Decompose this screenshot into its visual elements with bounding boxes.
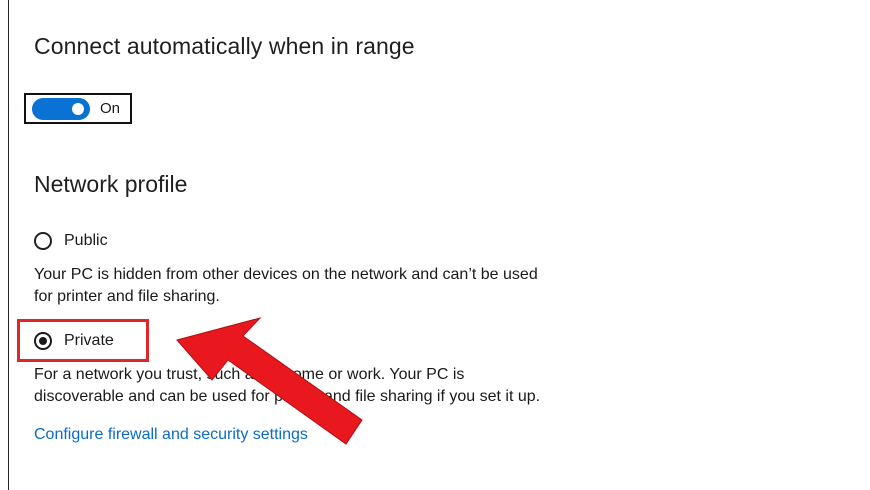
toggle-knob bbox=[72, 102, 84, 115]
public-radio-button[interactable] bbox=[34, 232, 52, 250]
configure-firewall-link[interactable]: Configure firewall and security settings bbox=[34, 426, 308, 444]
public-description-line-1: Your PC is hidden from other devices on … bbox=[34, 266, 538, 283]
red-arrow-icon bbox=[176, 317, 363, 445]
network-settings-panel: Connect automatically when in range On N… bbox=[0, 0, 870, 490]
private-description-line-2: discoverable and can be used for printer… bbox=[34, 388, 541, 405]
private-description: For a network you trust, such as at home… bbox=[34, 364, 594, 408]
toggle-state-label: On bbox=[100, 100, 121, 117]
public-description-line-2: for printer and file sharing. bbox=[34, 288, 220, 305]
network-profile-heading: Network profile bbox=[34, 171, 188, 197]
connect-automatically-heading: Connect automatically when in range bbox=[34, 33, 415, 59]
private-description-line-1: For a network you trust, such as at home… bbox=[34, 366, 465, 383]
radio-option-public[interactable]: Public bbox=[34, 232, 108, 250]
connect-automatically-toggle[interactable]: On bbox=[24, 93, 132, 124]
public-radio-label[interactable]: Public bbox=[64, 232, 108, 250]
public-description: Your PC is hidden from other devices on … bbox=[34, 264, 594, 308]
private-highlight-box bbox=[17, 319, 149, 362]
toggle-track[interactable] bbox=[32, 97, 90, 120]
